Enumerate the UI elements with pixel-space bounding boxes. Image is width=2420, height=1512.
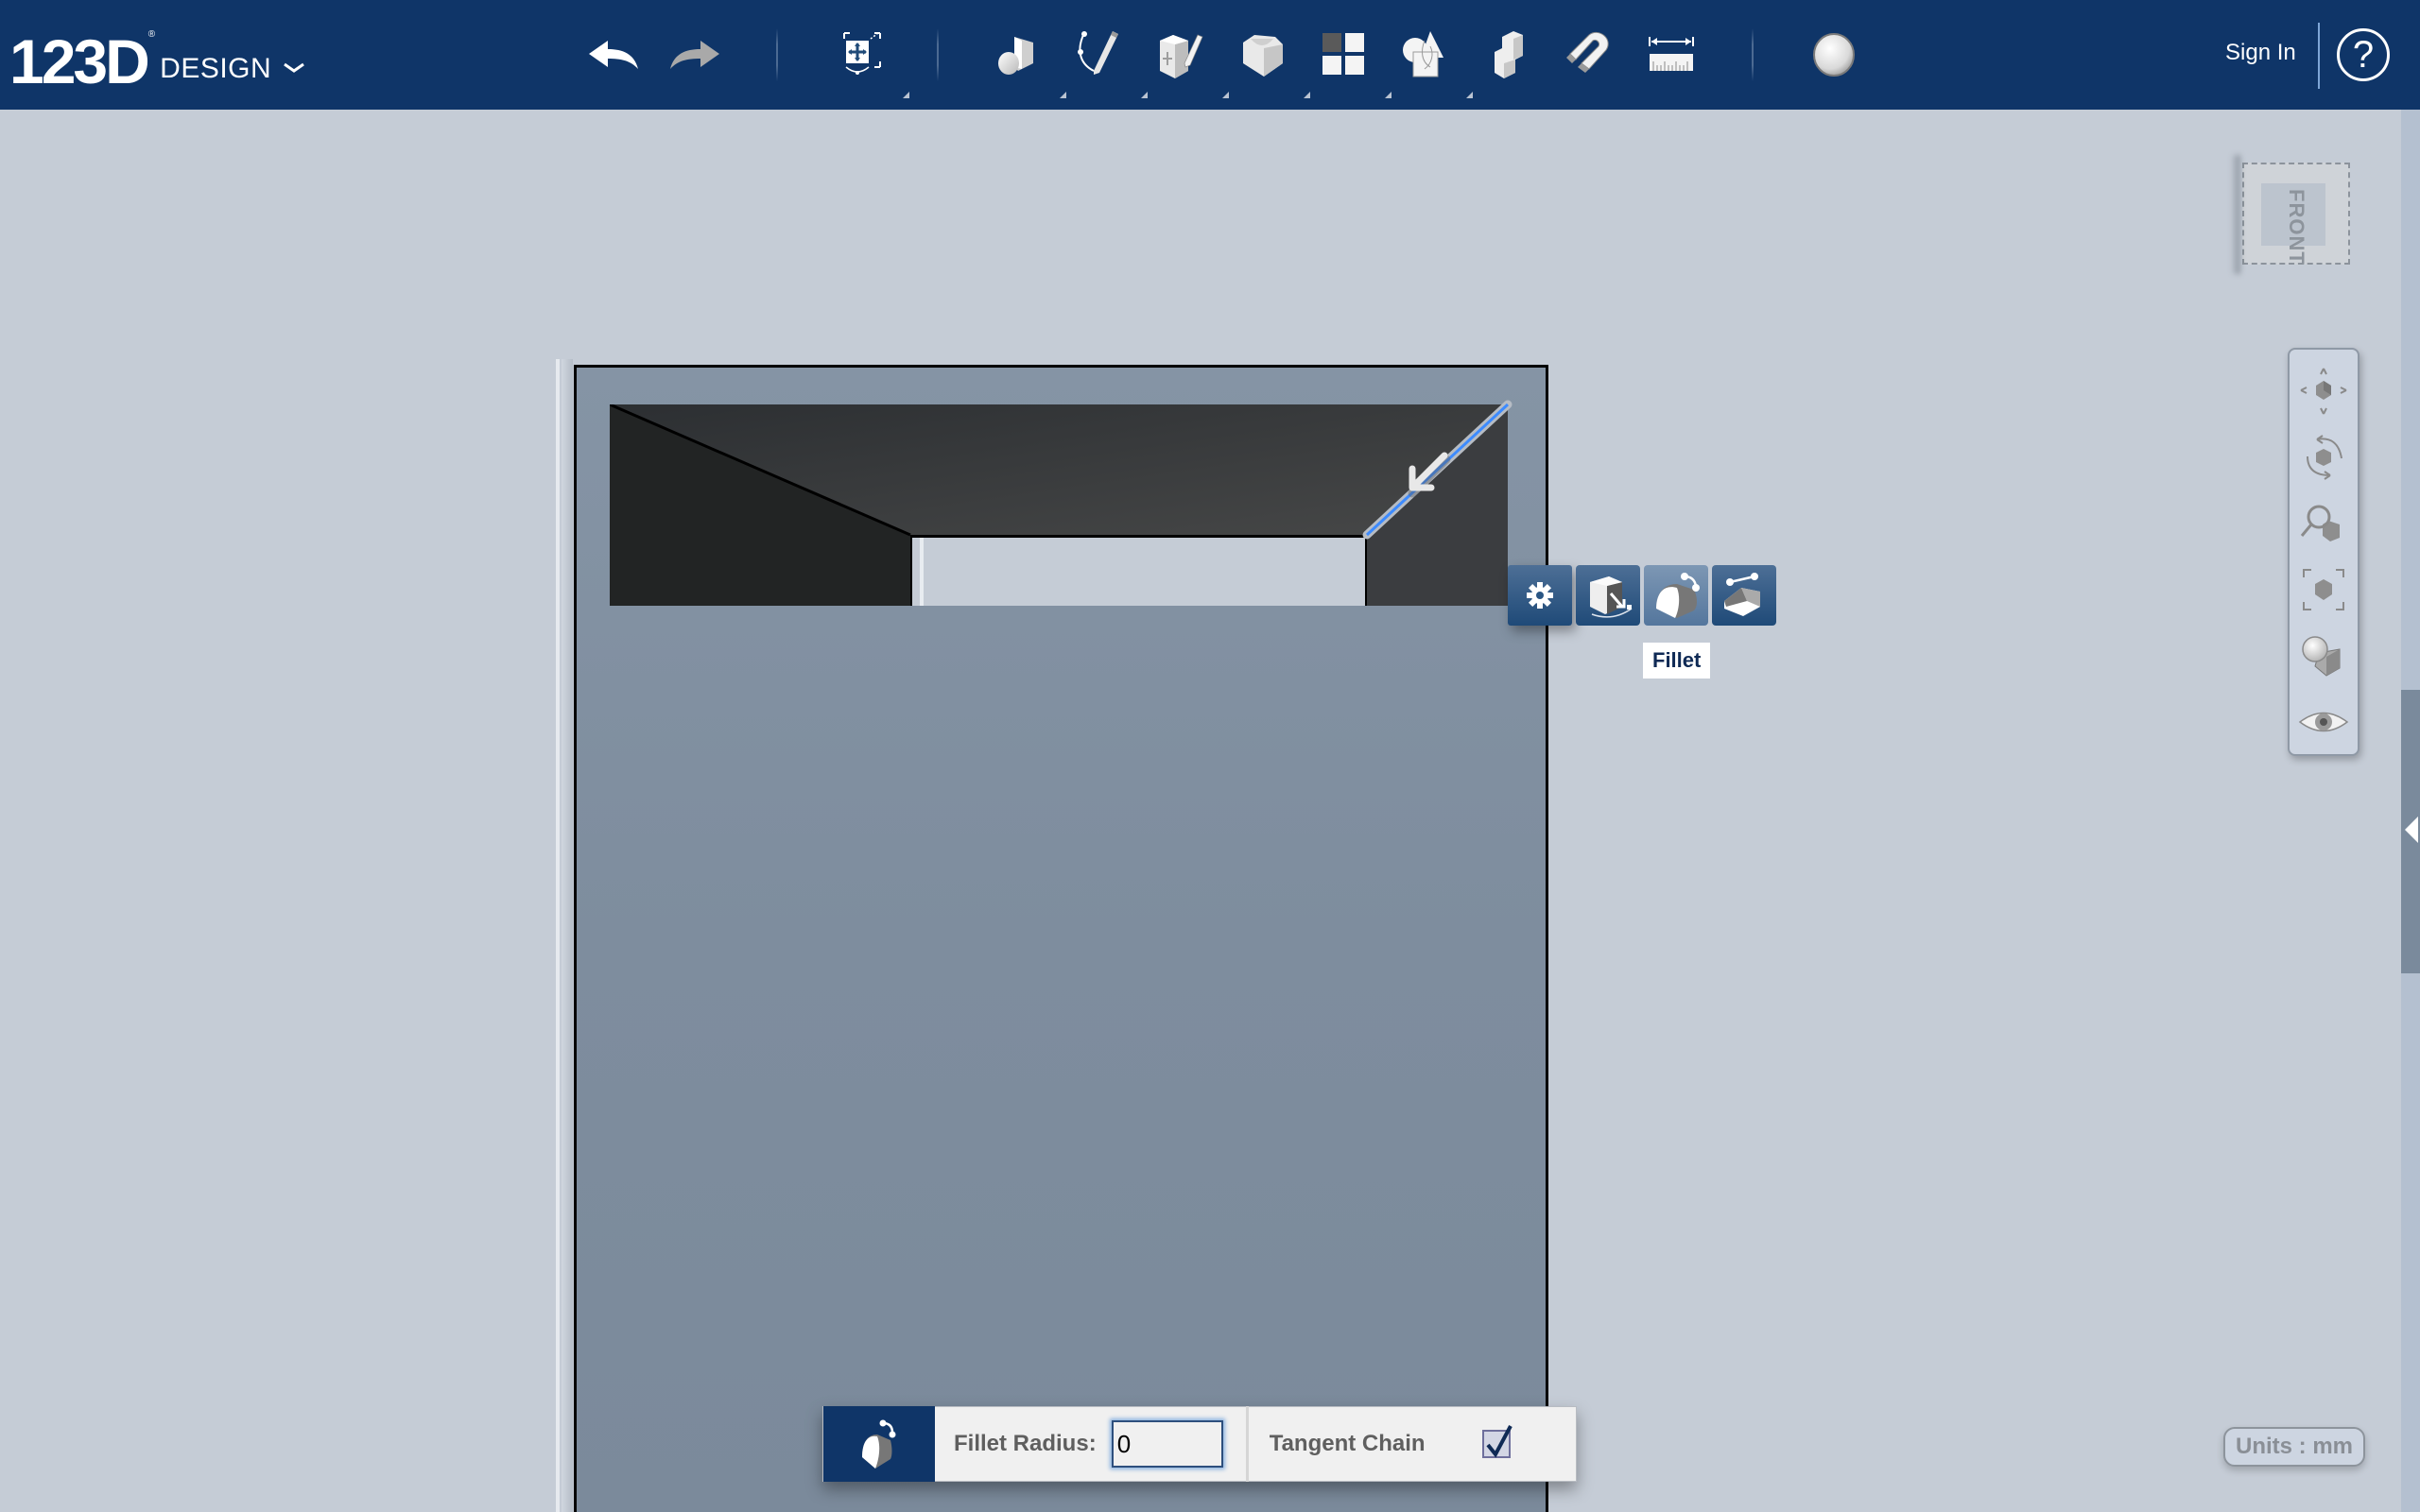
model-side-face (562, 359, 573, 1512)
flyout-indicator (903, 92, 909, 98)
fillet-tooltip: Fillet (1643, 643, 1711, 679)
snap-magnet-icon (1566, 31, 1609, 73)
snap-button[interactable] (1556, 21, 1624, 89)
help-button[interactable]: ? (2337, 28, 2390, 81)
pattern-button[interactable] (1310, 21, 1392, 98)
chamfer-icon (1724, 573, 1760, 616)
undo-icon (589, 41, 638, 69)
logo-registered-mark: ® (147, 29, 156, 40)
gear-icon (1527, 582, 1553, 609)
flyout-indicator (1466, 92, 1473, 98)
material-sphere-icon (1813, 33, 1855, 77)
edge-context-menu (1508, 565, 1776, 626)
zoom-icon (2300, 505, 2340, 541)
navigation-bar (2288, 348, 2360, 756)
chamfer-button[interactable] (1712, 565, 1776, 626)
zoom-button[interactable] (2295, 495, 2352, 552)
combine-button[interactable] (1475, 21, 1543, 89)
combine-icon (1495, 31, 1523, 78)
chevron-down-icon[interactable] (281, 55, 307, 81)
fit-icon (2303, 569, 2344, 610)
orbit-icon (2307, 435, 2342, 480)
redo-icon (670, 41, 719, 69)
fillet-radius-label: Fillet Radius: (954, 1431, 1097, 1456)
measure-ruler-icon (1649, 37, 1694, 71)
visibility-button[interactable] (2295, 694, 2352, 750)
transform-button[interactable] (828, 21, 909, 98)
visual-style-icon (2302, 636, 2341, 677)
flyout-indicator (1385, 92, 1392, 98)
toolbar-divider (1752, 28, 1754, 81)
pattern-icon (1322, 33, 1364, 75)
primitives-button[interactable] (985, 21, 1066, 98)
sketch-button[interactable] (1066, 21, 1148, 98)
pan-button[interactable] (2295, 363, 2352, 420)
opening-edge (920, 538, 924, 606)
logo-number: 123D (9, 26, 150, 96)
modify-button[interactable] (1229, 21, 1310, 98)
view-cube-label: FRONT (2285, 189, 2308, 266)
checkmark-icon (1486, 1425, 1512, 1458)
transform-icon (843, 32, 881, 75)
visual-style-button[interactable] (2295, 627, 2352, 684)
help-icon: ? (2352, 33, 2375, 76)
fillet-icon (862, 1419, 896, 1469)
material-button[interactable] (1800, 21, 1868, 89)
side-panel-toggle[interactable] (2401, 690, 2420, 973)
panel-divider (1245, 1406, 1249, 1482)
flyout-indicator (1060, 92, 1066, 98)
top-toolbar: 123D ® DESIGN Sign In ? (0, 0, 2420, 110)
eye-icon (2298, 712, 2349, 732)
press-pull-icon (1590, 576, 1633, 618)
fillet-icon (1656, 573, 1700, 618)
press-pull-button[interactable] (1576, 565, 1640, 626)
flyout-indicator (1141, 92, 1148, 98)
measure-button[interactable] (1637, 21, 1705, 89)
undo-button[interactable] (580, 21, 648, 89)
sketch-icon (1078, 31, 1118, 75)
fillet-button[interactable] (1644, 565, 1708, 626)
fit-button[interactable] (2295, 561, 2352, 618)
toolbar-divider (937, 28, 939, 81)
fillet-panel: Fillet Radius: Tangent Chain (822, 1406, 1577, 1482)
fillet-radius-input[interactable] (1111, 1420, 1223, 1468)
units-indicator[interactable]: Units : mm (2223, 1427, 2365, 1467)
flyout-indicator (1304, 92, 1310, 98)
sign-in-link[interactable]: Sign In (2225, 40, 2296, 66)
view-cube[interactable]: FRONT (2242, 163, 2350, 266)
toolbar-divider (776, 28, 778, 81)
construct-icon (1160, 34, 1203, 78)
grouping-button[interactable] (1392, 21, 1473, 98)
app-logo[interactable]: 123D ® DESIGN (9, 17, 307, 93)
model-edge-highlight (556, 359, 560, 1512)
construct-button[interactable] (1148, 21, 1229, 98)
pan-icon (2300, 368, 2347, 415)
toolbar-divider (2318, 23, 2320, 89)
primitives-icon (998, 37, 1033, 75)
modify-icon (1243, 35, 1283, 77)
flyout-indicator (1222, 92, 1229, 98)
grouping-icon (1403, 31, 1443, 77)
orbit-button[interactable] (2295, 429, 2352, 486)
logo-word: DESIGN (160, 53, 272, 84)
fillet-panel-icon-box (823, 1406, 935, 1482)
tangent-chain-checkbox[interactable] (1481, 1425, 1512, 1458)
tangent-chain-label: Tangent Chain (1269, 1431, 1426, 1456)
redo-button[interactable] (660, 21, 728, 89)
model-opening (910, 535, 1367, 606)
settings-button[interactable] (1508, 565, 1572, 626)
